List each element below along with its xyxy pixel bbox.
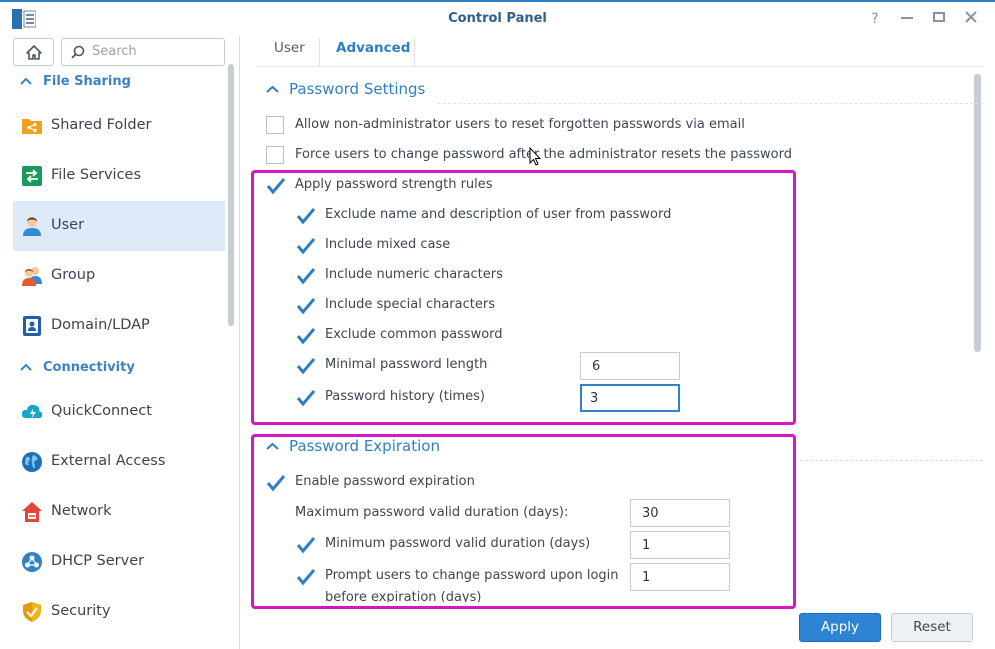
sidebar-item-dhcp-server[interactable]: DHCP Server	[13, 537, 225, 587]
window-title: Control Panel	[448, 11, 547, 26]
section-connectivity[interactable]: Connectivity	[0, 354, 226, 382]
reset-button[interactable]: Reset	[891, 613, 973, 642]
tab-user[interactable]: User	[274, 40, 305, 56]
security-icon	[21, 601, 43, 623]
sidebar-item-external-access[interactable]: External Access	[13, 437, 225, 487]
mouse-cursor-icon	[529, 147, 541, 166]
chevron-up-icon	[20, 77, 32, 85]
tab-divider	[414, 38, 415, 66]
sidebar-item-file-services[interactable]: File Services	[13, 151, 225, 201]
strength-rules-highlight	[251, 170, 796, 425]
main-scrollbar[interactable]	[974, 74, 981, 352]
sidebar-item-group[interactable]: Group	[13, 251, 225, 301]
close-icon[interactable]	[961, 10, 981, 28]
dhcp-server-icon	[21, 551, 43, 573]
external-access-icon	[21, 451, 43, 473]
maximize-icon[interactable]	[929, 10, 949, 28]
apply-button[interactable]: Apply	[799, 613, 881, 642]
section-divider	[800, 460, 983, 461]
chevron-up-icon	[20, 363, 32, 371]
tabs-underline	[258, 66, 983, 67]
sidebar: Search File Sharing Shared Folder File S…	[0, 36, 240, 649]
section-file-sharing[interactable]: File Sharing	[0, 68, 226, 96]
sidebar-item-domain-ldap[interactable]: Domain/LDAP	[13, 301, 225, 351]
title-bar: Control Panel ?	[0, 0, 995, 36]
home-icon	[26, 45, 42, 60]
checkbox[interactable]	[266, 146, 284, 164]
search-icon	[71, 45, 85, 59]
sidebar-item-quickconnect[interactable]: QuickConnect	[13, 387, 225, 437]
help-icon[interactable]: ?	[865, 10, 885, 28]
tab-divider	[319, 38, 320, 66]
sidebar-item-shared-folder[interactable]: Shared Folder	[13, 101, 225, 151]
sidebar-scrollbar[interactable]	[228, 64, 234, 326]
expiration-highlight	[251, 434, 796, 609]
chevron-up-icon	[266, 85, 279, 93]
sidebar-item-user[interactable]: User	[13, 201, 225, 251]
section-divider	[438, 103, 983, 104]
domain-ldap-icon	[21, 315, 43, 337]
search-input[interactable]: Search	[61, 38, 225, 66]
home-button[interactable]	[13, 38, 54, 66]
sidebar-item-network[interactable]: Network	[13, 487, 225, 537]
file-services-icon	[21, 165, 43, 187]
shared-folder-icon	[21, 115, 43, 137]
search-placeholder: Search	[92, 44, 137, 59]
checkbox[interactable]	[266, 116, 284, 134]
group-icon	[21, 265, 43, 287]
user-icon	[21, 215, 43, 237]
minimize-icon[interactable]	[897, 10, 917, 28]
quickconnect-icon	[21, 401, 43, 423]
sidebar-item-security[interactable]: Security	[13, 587, 225, 637]
tab-advanced[interactable]: Advanced	[336, 40, 410, 56]
network-icon	[21, 501, 43, 523]
